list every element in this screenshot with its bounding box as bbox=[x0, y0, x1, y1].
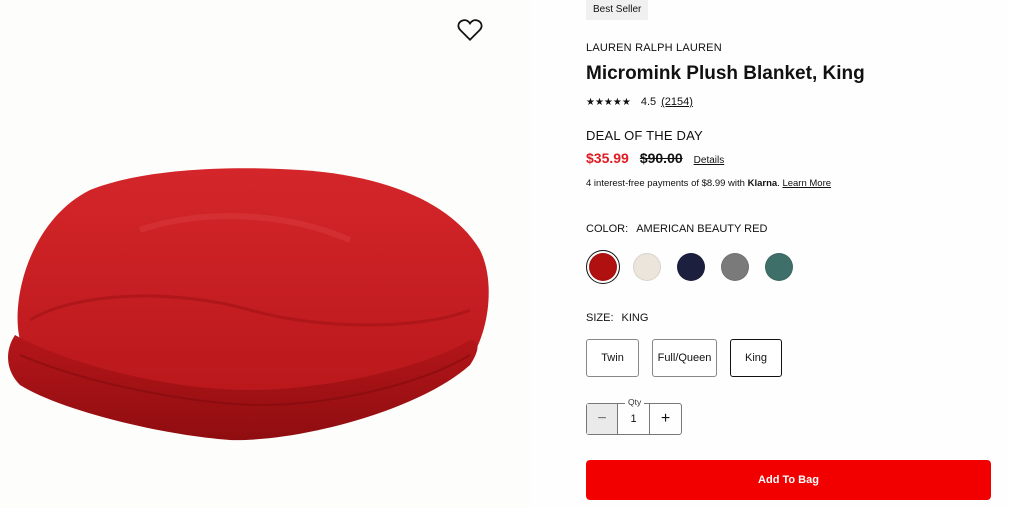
best-seller-badge: Best Seller bbox=[586, 0, 649, 20]
color-selected: AMERICAN BEAUTY RED bbox=[636, 223, 768, 235]
sale-price: $35.99 bbox=[586, 150, 629, 166]
quantity-increase-button[interactable]: + bbox=[650, 404, 681, 434]
quantity-value[interactable]: 1 bbox=[618, 404, 650, 434]
product-image-pane bbox=[0, 0, 530, 508]
product-title: Micromink Plush Blanket, King bbox=[586, 63, 865, 84]
rating-value: 4.5 bbox=[640, 96, 657, 108]
size-selected: KING bbox=[621, 312, 649, 324]
brand-name[interactable]: LAUREN RALPH LAUREN bbox=[586, 42, 722, 54]
original-price: $90.00 bbox=[639, 150, 683, 166]
star-rating-icon: ★★★★★ bbox=[586, 96, 631, 108]
size-label: SIZE: bbox=[586, 312, 614, 324]
swatch-red-fill bbox=[589, 253, 617, 281]
color-label-row: COLOR: AMERICAN BEAUTY RED bbox=[586, 223, 767, 235]
size-option-full-queen[interactable]: Full/Queen bbox=[652, 339, 717, 377]
size-label-row: SIZE: KING bbox=[586, 312, 648, 324]
swatch-teal-fill bbox=[765, 253, 793, 281]
klarna-message: 4 interest-free payments of $8.99 with K… bbox=[586, 178, 831, 189]
swatch-ivory[interactable] bbox=[630, 250, 664, 284]
swatch-grey-fill bbox=[721, 253, 749, 281]
heart-icon[interactable] bbox=[457, 18, 483, 42]
swatch-navy[interactable] bbox=[674, 250, 708, 284]
swatch-navy-fill bbox=[677, 253, 705, 281]
add-to-bag-button[interactable]: Add To Bag bbox=[586, 460, 991, 500]
swatch-ivory-fill bbox=[633, 253, 661, 281]
price-row: $35.99 $90.00 Details bbox=[586, 150, 724, 166]
quantity-label: Qty bbox=[625, 397, 645, 407]
swatch-red[interactable] bbox=[586, 250, 620, 284]
color-label: COLOR: bbox=[586, 223, 629, 235]
learn-more-link[interactable]: Learn More bbox=[782, 178, 831, 189]
klarna-logo: Klarna bbox=[747, 178, 778, 189]
size-option-king[interactable]: King bbox=[730, 339, 782, 377]
review-count-link[interactable]: (2154) bbox=[661, 96, 693, 108]
rating[interactable]: ★★★★★ 4.5 (2154) bbox=[586, 96, 693, 108]
quantity-stepper: Qty − 1 + bbox=[586, 397, 682, 435]
klarna-text: 4 interest-free payments of $8.99 with bbox=[586, 178, 748, 189]
size-options: Twin Full/Queen King bbox=[586, 339, 795, 377]
quantity-decrease-button[interactable]: − bbox=[587, 404, 618, 434]
swatch-grey[interactable] bbox=[718, 250, 752, 284]
product-image bbox=[8, 168, 489, 441]
swatch-teal[interactable] bbox=[762, 250, 796, 284]
details-link[interactable]: Details bbox=[694, 155, 725, 166]
size-option-twin[interactable]: Twin bbox=[586, 339, 639, 377]
deal-label: DEAL OF THE DAY bbox=[586, 128, 703, 143]
color-swatches bbox=[586, 250, 806, 284]
